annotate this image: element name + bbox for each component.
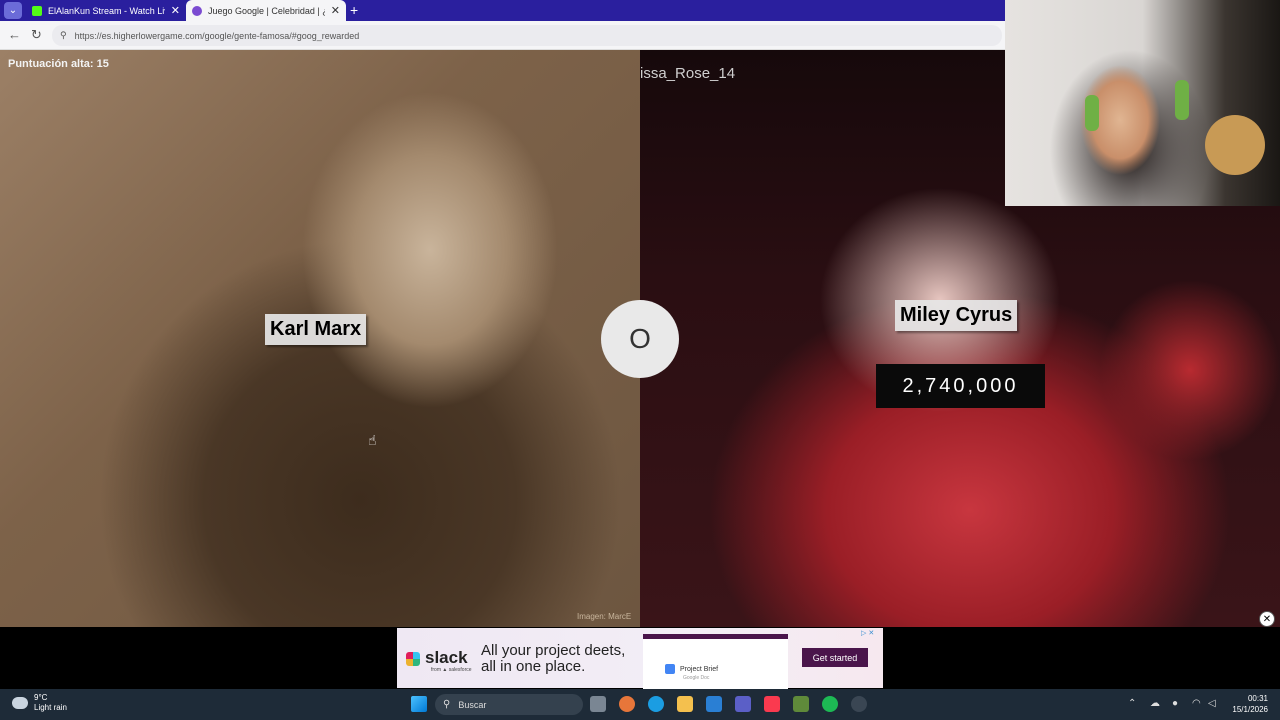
- ad-close-icon[interactable]: ✕: [1259, 611, 1275, 627]
- tab-title: Juego Google | Celebridad | ¿Qui: [208, 5, 325, 16]
- ad-mockup: Project Brief Google Doc: [643, 634, 788, 693]
- mock-card-subtitle: Google Doc: [683, 675, 710, 681]
- weather-widget[interactable]: 9°C Light rain: [12, 693, 67, 713]
- url-field[interactable]: ⚲ https://es.higherlowergame.com/google/…: [52, 25, 1002, 46]
- wifi-icon[interactable]: ◠: [1192, 698, 1201, 709]
- search-icon: ⚲: [443, 699, 451, 710]
- spotify-icon[interactable]: [822, 696, 838, 712]
- taskbar-search[interactable]: ⚲ Buscar: [435, 694, 583, 715]
- weather-temp: 9°C: [34, 693, 48, 702]
- kick-favicon-icon: [32, 5, 42, 16]
- clock-time: 00:31: [1247, 694, 1268, 703]
- or-divider: O: [601, 300, 679, 378]
- cloud-icon[interactable]: ☁: [1150, 698, 1160, 709]
- slack-ad-banner[interactable]: slack from ▲ salesforce All your project…: [397, 628, 883, 693]
- music-icon[interactable]: [764, 696, 780, 712]
- file-explorer-icon[interactable]: [677, 696, 693, 712]
- ad-headline: All your project deets, all in one place…: [481, 642, 626, 675]
- overlay-username: issa_Rose_14: [640, 65, 736, 82]
- windows-taskbar: 9°C Light rain ⚲ Buscar ⌃ ☁ ● ◠ ◁ 00:31 …: [0, 689, 1280, 720]
- back-icon[interactable]: ←: [8, 27, 21, 42]
- site-info-icon[interactable]: ⚲: [60, 30, 67, 41]
- new-tab-icon[interactable]: +: [350, 2, 358, 18]
- tab-stream[interactable]: ElAlanKun Stream - Watch Live on ✕: [26, 0, 186, 21]
- right-celebrity-name: Miley Cyrus: [895, 300, 1018, 331]
- copilot-icon[interactable]: [619, 696, 635, 712]
- high-score: Puntuación alta: 15: [8, 58, 109, 70]
- outlook-icon[interactable]: [706, 696, 722, 712]
- tab-title: ElAlanKun Stream - Watch Live on: [48, 5, 165, 16]
- tab-game[interactable]: Juego Google | Celebridad | ¿Qui ✕: [186, 0, 346, 21]
- windows-start-icon[interactable]: [411, 696, 427, 712]
- task-view-icon[interactable]: [590, 696, 606, 712]
- slack-mark-icon: [406, 652, 420, 666]
- taskbar-clock[interactable]: 00:31 15/1/2026: [1228, 693, 1268, 715]
- teams-icon[interactable]: [735, 696, 751, 712]
- browser-tab-bar: ⌄ ElAlanKun Stream - Watch Live on ✕ Jue…: [0, 0, 1005, 21]
- search-count: 2,740,000: [876, 364, 1045, 408]
- game-favicon-icon: [192, 5, 202, 16]
- url-text: https://es.higherlowergame.com/google/ge…: [74, 30, 360, 41]
- rain-cloud-icon: [12, 697, 28, 709]
- address-bar: ← ↻ ⚲ https://es.higherlowergame.com/goo…: [0, 21, 1005, 50]
- chevron-up-icon[interactable]: ⌃: [1128, 698, 1136, 709]
- settings-icon[interactable]: [851, 696, 867, 712]
- headset-icon: [1175, 80, 1189, 120]
- left-celebrity-name: Karl Marx: [265, 314, 367, 345]
- hand-cursor-icon: ☝: [368, 432, 377, 448]
- doc-icon: [665, 664, 675, 674]
- webcam-overlay: [1005, 0, 1280, 206]
- slack-subtitle: from ▲ salesforce: [431, 667, 472, 673]
- weather-desc: Light rain: [34, 703, 67, 712]
- get-started-button[interactable]: Get started: [802, 648, 868, 667]
- slack-logo: slack: [406, 648, 468, 668]
- close-tab-icon[interactable]: ✕: [331, 4, 340, 17]
- speaker-icon[interactable]: ◁: [1208, 698, 1216, 709]
- search-placeholder: Buscar: [458, 699, 487, 710]
- clock-date: 15/1/2026: [1232, 705, 1268, 714]
- microphone-icon[interactable]: ●: [1172, 698, 1178, 709]
- tab-menu-button[interactable]: ⌄: [4, 2, 22, 19]
- mock-card-title: Project Brief: [680, 665, 719, 673]
- image-credit: Imagen: MarcE: [577, 612, 632, 621]
- ad-info-icon[interactable]: ▷ ✕: [861, 629, 874, 637]
- minecraft-icon[interactable]: [793, 696, 809, 712]
- close-tab-icon[interactable]: ✕: [171, 4, 180, 17]
- edge-icon[interactable]: [648, 696, 664, 712]
- reload-icon[interactable]: ↻: [31, 27, 42, 43]
- straw-hat: [1205, 115, 1265, 175]
- headset-icon: [1085, 95, 1099, 131]
